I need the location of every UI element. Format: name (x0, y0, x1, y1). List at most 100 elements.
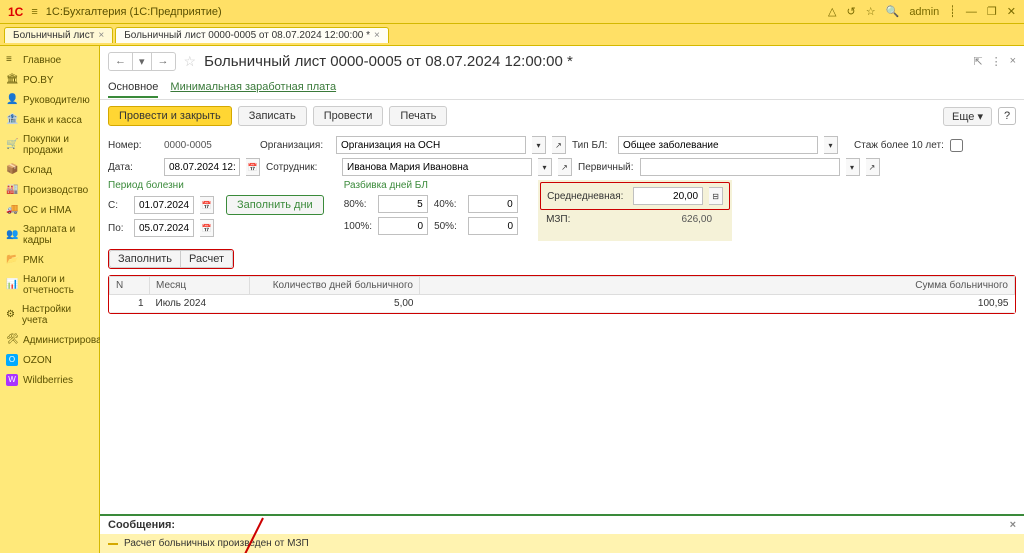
type-input[interactable] (618, 136, 818, 154)
main-menu-icon[interactable]: ≡ (31, 6, 37, 18)
page-title: Больничный лист 0000-0005 от 08.07.2024 … (204, 53, 965, 70)
sidebar-item-production[interactable]: 🏭Производство (0, 180, 99, 200)
write-button[interactable]: Записать (238, 106, 307, 126)
sidebar-item-label: Склад (23, 165, 52, 176)
nav-back-button[interactable]: ← (109, 53, 133, 70)
table-row[interactable]: 1 Июль 2024 5,00 100,95 (110, 295, 1015, 313)
subtab-main[interactable]: Основное (108, 78, 158, 98)
date-input[interactable] (164, 158, 240, 176)
link-icon[interactable]: ⇱ (973, 55, 982, 68)
col-n[interactable]: N (110, 277, 150, 295)
col-days[interactable]: Количество дней больничного (250, 277, 420, 295)
tab-label: Больничный лист (13, 30, 94, 41)
nav-dropdown-button[interactable]: ▾ (133, 53, 152, 70)
primary-input[interactable] (640, 158, 840, 176)
period-from-calendar-button[interactable]: 📅 (200, 196, 214, 214)
app-topbar: 1С ≡ 1С:Бухгалтерия (1С:Предприятие) △ ↺… (0, 0, 1024, 24)
sidebar-item-main[interactable]: ≡Главное (0, 50, 99, 70)
tab-sick-leave-list[interactable]: Больничный лист × (4, 27, 113, 43)
poby-icon: 🏛 (6, 74, 18, 86)
organization-dropdown-button[interactable]: ▾ (532, 136, 546, 154)
fill-days-button[interactable]: Заполнить дни (226, 195, 324, 215)
organization-input[interactable] (336, 136, 526, 154)
sidebar-item-taxes[interactable]: 📊Налоги и отчетность (0, 270, 99, 300)
sidebar-item-poby[interactable]: 🏛PO.BY (0, 70, 99, 90)
close-page-icon[interactable]: × (1010, 55, 1016, 68)
over10-checkbox[interactable] (950, 139, 963, 152)
p50-input[interactable] (468, 217, 518, 235)
messages-title: Сообщения: (108, 519, 175, 531)
employee-label: Сотрудник: (266, 162, 336, 173)
sidebar-item-warehouse[interactable]: 📦 Склад (0, 160, 99, 180)
employee-input[interactable] (342, 158, 532, 176)
message-text: Расчет больничных произведен от МЗП (124, 538, 309, 549)
date-calendar-button[interactable]: 📅 (246, 158, 260, 176)
primary-open-button[interactable]: ↗ (866, 158, 880, 176)
p80-label: 80%: (344, 199, 372, 210)
post-and-close-button[interactable]: Провести и закрыть (108, 106, 232, 126)
sidebar-item-label: Производство (23, 185, 88, 196)
print-button[interactable]: Печать (389, 106, 447, 126)
type-dropdown-button[interactable]: ▾ (824, 136, 838, 154)
col-sum[interactable]: Сумма больничного (420, 277, 1015, 295)
primary-dropdown-button[interactable]: ▾ (846, 158, 860, 176)
period-from-input[interactable] (134, 196, 194, 214)
cell-month: Июль 2024 (150, 295, 250, 313)
box-icon: 📦 (6, 164, 18, 176)
sidebar-item-manager[interactable]: 👤Руководителю (0, 90, 99, 110)
subtab-min-wage[interactable]: Минимальная заработная плата (170, 78, 336, 97)
more-icon[interactable]: ⋮ (991, 55, 1002, 68)
sidebar-item-label: Зарплата и кадры (23, 224, 93, 246)
bell-icon[interactable]: △ (828, 5, 836, 18)
help-button[interactable]: ? (998, 107, 1016, 125)
sidebar-item-wb[interactable]: WWildberries (0, 370, 99, 390)
history-icon[interactable]: ↺ (847, 5, 856, 18)
tab-close-icon[interactable]: × (374, 30, 380, 41)
p80-input[interactable] (378, 195, 428, 213)
sidebar-item-sales[interactable]: 🛒Покупки и продажи (0, 130, 99, 160)
maximize-icon[interactable]: ❐ (987, 5, 997, 18)
period-to-input[interactable] (134, 219, 194, 237)
p100-input[interactable] (378, 217, 428, 235)
sidebar-item-bank[interactable]: 🏦Банк и касса (0, 110, 99, 130)
star-icon[interactable]: ☆ (866, 5, 876, 18)
avg-daily-input[interactable] (633, 187, 703, 205)
p50-label: 50%: (434, 221, 462, 232)
avg-daily-calc-button[interactable]: ⊟ (709, 187, 723, 205)
sidebar-item-label: Банк и касса (23, 115, 82, 126)
sidebar-item-admin[interactable]: 🛠Администрирование (0, 330, 99, 350)
document-tabbar: Больничный лист × Больничный лист 0000-0… (0, 24, 1024, 46)
sidebar-item-rmk[interactable]: 📂РМК (0, 250, 99, 270)
sidebar-item-hr[interactable]: 👥Зарплата и кадры (0, 220, 99, 250)
period-to-calendar-button[interactable]: 📅 (200, 219, 214, 237)
employee-dropdown-button[interactable]: ▾ (538, 158, 552, 176)
tab-sick-leave-doc[interactable]: Больничный лист 0000-0005 от 08.07.2024 … (115, 27, 389, 43)
p40-input[interactable] (468, 195, 518, 213)
messages-close-icon[interactable]: × (1010, 519, 1016, 531)
tab-close-icon[interactable]: × (98, 30, 104, 41)
nav-forward-button[interactable]: → (152, 53, 175, 70)
calc-button[interactable]: Расчет (181, 250, 233, 268)
post-button[interactable]: Провести (313, 106, 384, 126)
type-label: Тип БЛ: (572, 140, 612, 151)
wrench-icon: 🛠 (6, 334, 18, 346)
minimize-icon[interactable]: — (966, 6, 977, 18)
employee-open-button[interactable]: ↗ (558, 158, 572, 176)
sidebar-item-label: Wildberries (23, 375, 73, 386)
sidebar-item-label: ОС и НМА (23, 205, 71, 216)
sidebar-item-label: Покупки и продажи (23, 134, 93, 156)
sidebar-item-ozon[interactable]: OOZON (0, 350, 99, 370)
sidebar-item-label: Настройки учета (22, 304, 93, 326)
sidebar-item-assets[interactable]: 🚚ОС и НМА (0, 200, 99, 220)
sick-leave-table: N Месяц Количество дней больничного Сумм… (108, 275, 1016, 314)
more-button[interactable]: Еще ▾ (943, 107, 992, 126)
search-icon[interactable]: 🔍 (886, 5, 900, 18)
user-label[interactable]: admin (909, 6, 939, 18)
sidebar-item-settings[interactable]: ⚙Настройки учета (0, 300, 99, 330)
ozon-icon: O (6, 354, 18, 366)
fill-button[interactable]: Заполнить (109, 250, 181, 268)
col-month[interactable]: Месяц (150, 277, 250, 295)
close-icon[interactable]: ✕ (1007, 5, 1016, 18)
favorite-star-icon[interactable]: ☆ (184, 53, 197, 70)
organization-open-button[interactable]: ↗ (552, 136, 566, 154)
